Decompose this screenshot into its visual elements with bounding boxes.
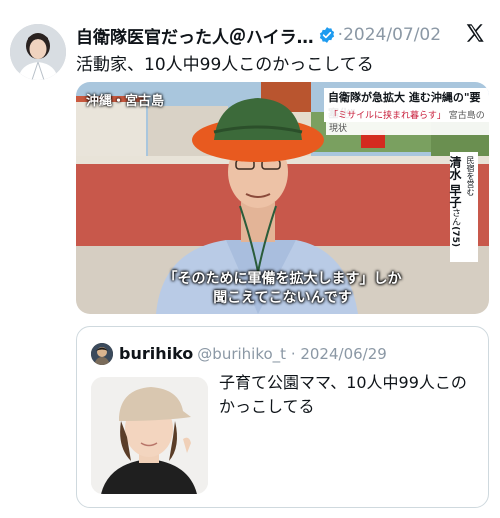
tweet-text: 活動家、10人中99人このかっこしてる: [76, 55, 374, 75]
tweet-media[interactable]: 沖縄・宮古島 自衛隊が急拡大 進む沖縄の"要塞化" 「ミサイルに挟まれ暮らす」 …: [76, 82, 489, 314]
video-subtitle: 「そのために軍備を拡大します」しか 聞こえてこないんです: [76, 270, 489, 308]
interviewee-name: 清水 早子さん(75): [447, 156, 464, 258]
interviewee-age: (75): [450, 226, 460, 247]
interviewee-name-tag: 民宿を営む 清水 早子さん(75): [447, 152, 478, 262]
tweet-date[interactable]: ·2024/07/02: [338, 25, 441, 45]
subtitle-line-1: 「そのために軍備を拡大します」しか: [163, 271, 402, 287]
quoted-handle-date[interactable]: @burihiko_t · 2024/06/29: [197, 345, 387, 363]
location-caption: 沖縄・宮古島: [86, 94, 165, 109]
quoted-tweet[interactable]: burihiko @burihiko_t · 2024/06/29 子育て公園マ…: [76, 326, 489, 508]
tweet-header: 自衛隊医官だった人＠ハイラ… ·2024/07/02: [76, 22, 490, 48]
quoted-tweet-image[interactable]: [91, 377, 208, 494]
quoted-author-avatar[interactable]: [91, 343, 113, 365]
interviewee-honorific: さん: [450, 208, 460, 227]
x-logo-icon[interactable]: [464, 22, 486, 44]
author-name[interactable]: 自衛隊医官だった人＠ハイラ…: [76, 23, 314, 48]
quoted-tweet-header: burihiko @burihiko_t · 2024/06/29: [119, 344, 387, 363]
quoted-author-name[interactable]: burihiko: [119, 344, 193, 363]
subtitle-line-2: 聞こえてこないんです: [213, 290, 352, 306]
subheadline-main: 「ミサイルに挟まれ暮らす」: [329, 111, 446, 121]
interviewee-name-text: 清水 早子: [448, 156, 462, 209]
verified-badge-icon: [319, 27, 334, 43]
news-subheadline: 「ミサイルに挟まれ暮らす」 宮古島の現状: [326, 107, 489, 135]
author-avatar[interactable]: [10, 24, 66, 80]
interviewee-label: 民宿を営む: [466, 156, 475, 196]
quoted-tweet-text: 子育て公園ママ、10人中99人このかっこしてる: [219, 373, 467, 416]
